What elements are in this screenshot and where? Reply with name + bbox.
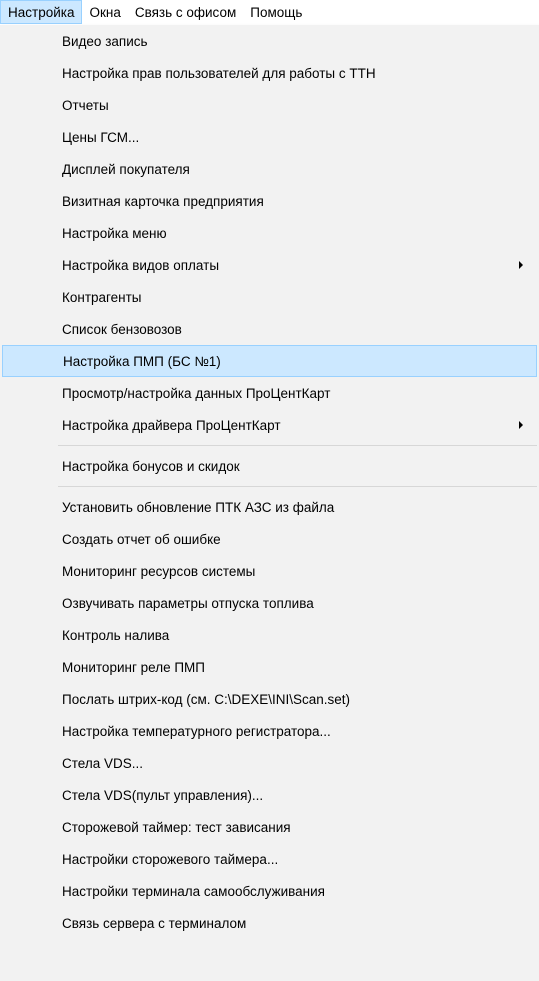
menu-item[interactable]: Просмотр/настройка данных ПроЦентКарт xyxy=(2,377,537,409)
menu-item-label: Настройка бонусов и скидок xyxy=(62,458,240,474)
menu-item-label: Послать штрих-код (см. C:\DEXE\INI\Scan.… xyxy=(62,691,351,707)
menu-item[interactable]: Настройка прав пользователей для работы … xyxy=(2,57,537,89)
menu-item-label: Цены ГСМ... xyxy=(62,129,140,145)
menubar-item-help[interactable]: Помощь xyxy=(243,0,309,24)
menu-item-label: Настройка меню xyxy=(62,225,167,241)
menu-item-label: Стела VDS(пульт управления)... xyxy=(62,787,264,803)
menu-bar: Настройка Окна Связь с офисом Помощь xyxy=(0,0,539,26)
menu-item[interactable]: Настройки сторожевого таймера... xyxy=(2,843,537,875)
menu-item-label: Мониторинг ресурсов системы xyxy=(62,563,256,579)
menu-item[interactable]: Настройки терминала самообслуживания xyxy=(2,875,537,907)
menu-item[interactable]: Стела VDS... xyxy=(2,747,537,779)
menu-item-label: Настройка драйвера ПроЦентКарт xyxy=(62,417,281,433)
menu-item-label: Настройка видов оплаты xyxy=(62,257,220,273)
menu-item[interactable]: Мониторинг реле ПМП xyxy=(2,651,537,683)
menu-item[interactable]: Список бензовозов xyxy=(2,313,537,345)
menu-item-label: Просмотр/настройка данных ПроЦентКарт xyxy=(62,385,331,401)
submenu-arrow-icon xyxy=(519,421,523,429)
menu-item[interactable]: Настройка видов оплаты xyxy=(2,249,537,281)
menu-item[interactable]: Настройка температурного регистратора... xyxy=(2,715,537,747)
menu-item[interactable]: Цены ГСМ... xyxy=(2,121,537,153)
menu-item-label: Контроль налива xyxy=(62,627,170,643)
menubar-item-office-link[interactable]: Связь с офисом xyxy=(128,0,243,24)
menu-item-label: Визитная карточка предприятия xyxy=(62,193,264,209)
menu-item-label: Стела VDS... xyxy=(62,755,143,771)
menu-item-label: Настройка температурного регистратора... xyxy=(62,723,331,739)
menubar-item-label: Настройка xyxy=(8,4,75,20)
menu-item-label: Связь сервера с терминалом xyxy=(62,915,247,931)
menu-item[interactable]: Установить обновление ПТК АЗС из файла xyxy=(2,491,537,523)
menubar-item-windows[interactable]: Окна xyxy=(82,0,127,24)
menu-item[interactable]: Послать штрих-код (см. C:\DEXE\INI\Scan.… xyxy=(2,683,537,715)
menu-item[interactable]: Контроль налива xyxy=(2,619,537,651)
menu-item-label: Отчеты xyxy=(62,97,109,113)
menu-item[interactable]: Настройка меню xyxy=(2,217,537,249)
submenu-arrow-icon xyxy=(519,261,523,269)
settings-dropdown-menu: Видео запись Настройка прав пользователей… xyxy=(0,25,539,981)
menu-item[interactable]: Настройка драйвера ПроЦентКарт xyxy=(2,409,537,441)
menu-item[interactable]: Создать отчет об ошибке xyxy=(2,523,537,555)
menubar-item-label: Связь с офисом xyxy=(134,4,237,20)
menu-item-label: Контрагенты xyxy=(62,289,142,305)
menu-item-label: Сторожевой таймер: тест зависания xyxy=(62,819,291,835)
menu-item-label: Мониторинг реле ПМП xyxy=(62,659,205,675)
menu-item[interactable]: Дисплей покупателя xyxy=(2,153,537,185)
menu-item[interactable]: Озвучивать параметры отпуска топлива xyxy=(2,587,537,619)
menu-item-label: Установить обновление ПТК АЗС из файла xyxy=(62,499,335,515)
menu-item-label: Настройка прав пользователей для работы … xyxy=(62,65,376,81)
menu-item[interactable]: Отчеты xyxy=(2,89,537,121)
menubar-item-label: Окна xyxy=(89,4,121,20)
menu-item-label: Озвучивать параметры отпуска топлива xyxy=(62,595,314,611)
menu-item-label: Дисплей покупателя xyxy=(62,161,190,177)
menu-item-label: Создать отчет об ошибке xyxy=(62,531,221,547)
menu-item[interactable]: Настройка ПМП (БС №1) xyxy=(2,345,537,377)
menu-item[interactable]: Сторожевой таймер: тест зависания xyxy=(2,811,537,843)
menu-item[interactable]: Настройка бонусов и скидок xyxy=(2,450,537,482)
menu-item[interactable]: Визитная карточка предприятия xyxy=(2,185,537,217)
menu-item-label: Настройка ПМП (БС №1) xyxy=(63,353,221,369)
menu-item[interactable]: Контрагенты xyxy=(2,281,537,313)
menu-item[interactable]: Стела VDS(пульт управления)... xyxy=(2,779,537,811)
menu-separator xyxy=(58,482,537,491)
menu-item-label: Видео запись xyxy=(62,33,148,49)
menu-item[interactable]: Видео запись xyxy=(2,25,537,57)
menu-item-label: Настройки сторожевого таймера... xyxy=(62,851,279,867)
menu-item-label: Настройки терминала самообслуживания xyxy=(62,883,325,899)
menubar-item-label: Помощь xyxy=(250,4,303,20)
menu-item-label: Список бензовозов xyxy=(62,321,182,337)
menu-item[interactable]: Связь сервера с терминалом xyxy=(2,907,537,939)
menu-separator xyxy=(58,441,537,450)
menu-item[interactable]: Мониторинг ресурсов системы xyxy=(2,555,537,587)
menubar-item-settings[interactable]: Настройка xyxy=(0,0,83,24)
